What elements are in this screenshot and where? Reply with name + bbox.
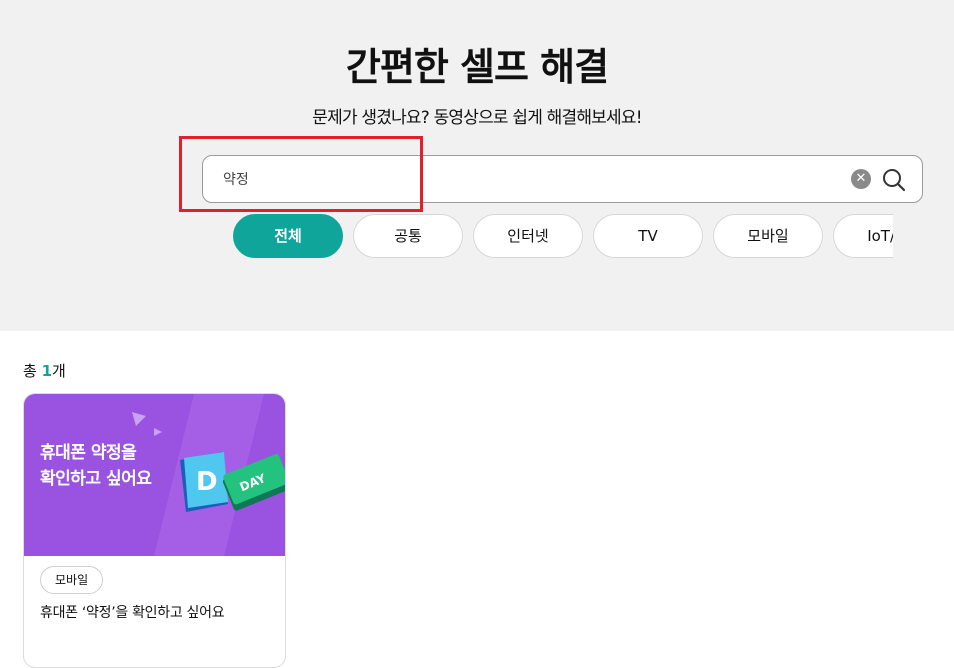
tab-mobile[interactable]: 모바일 (713, 214, 823, 258)
thumbnail-text: 휴대폰 약정을 확인하고 싶어요 (40, 440, 152, 492)
thumbnail-line-1: 휴대폰 약정을 (40, 443, 137, 463)
thumbnail-line-2: 확인하고 싶어요 (40, 469, 152, 489)
tab-iot[interactable]: IoT/기 (833, 214, 893, 258)
hero-section: 간편한 셀프 해결 문제가 생겼나요? 동영상으로 쉽게 해결해보세요! ✕ 전… (0, 0, 954, 331)
video-card[interactable]: D DAY 휴대폰 약정을 확인하고 싶어요 모바일 휴대폰 ‘약정’을 확인하… (23, 393, 286, 668)
category-tag: 모바일 (40, 566, 104, 594)
card-title: 휴대폰 ‘약정’을 확인하고 싶어요 (40, 605, 225, 621)
play-triangle-icon (132, 412, 146, 426)
category-tabs: 전체 공통 인터넷 TV 모바일 IoT/기 (233, 214, 893, 260)
calendar-d-icon: D (180, 452, 228, 512)
result-count: 총 1개 (23, 360, 66, 381)
page-subtitle: 문제가 생겼나요? 동영상으로 쉽게 해결해보세요! (312, 108, 642, 128)
result-count-number: 1 (41, 362, 53, 380)
magnifier-icon[interactable] (881, 167, 907, 193)
result-count-suffix: 개 (52, 362, 66, 380)
page-title: 간편한 셀프 해결 (345, 45, 609, 89)
card-thumbnail: D DAY 휴대폰 약정을 확인하고 싶어요 (24, 394, 285, 556)
tab-tv[interactable]: TV (593, 214, 703, 258)
search-highlight-box (179, 136, 423, 212)
close-circle-icon[interactable]: ✕ (851, 169, 871, 189)
result-count-prefix: 총 (23, 362, 42, 380)
badge-letter: D (196, 467, 218, 497)
tab-internet[interactable]: 인터넷 (473, 214, 583, 258)
tab-common[interactable]: 공통 (353, 214, 463, 258)
tab-all[interactable]: 전체 (233, 214, 343, 258)
